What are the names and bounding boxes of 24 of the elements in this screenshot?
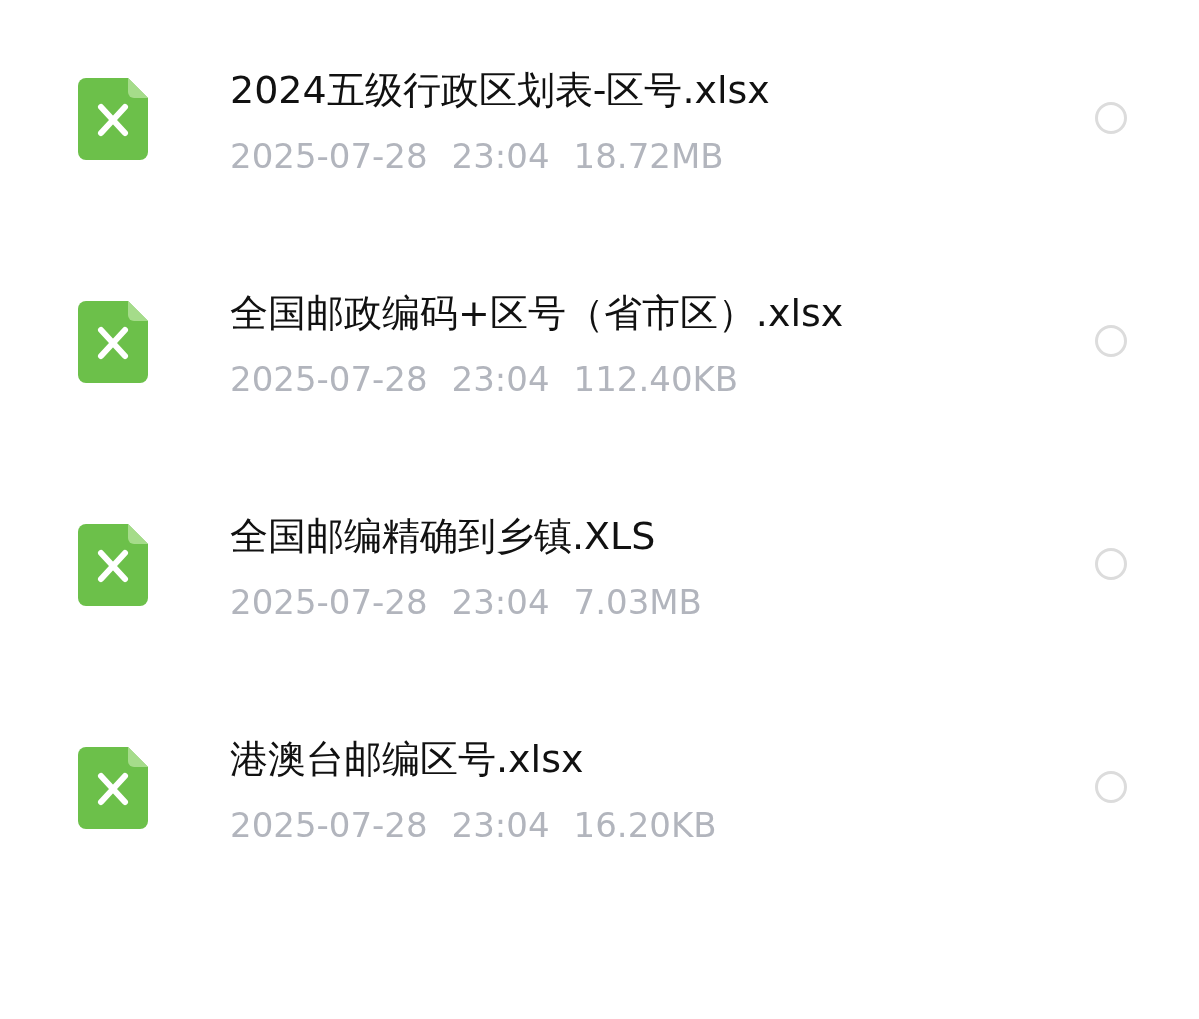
file-time: 23:04: [451, 804, 550, 847]
file-date: 2025-07-28: [230, 804, 428, 847]
spreadsheet-file-icon: [78, 747, 148, 829]
spreadsheet-file-icon: [78, 78, 148, 160]
select-radio[interactable]: [1095, 325, 1127, 357]
file-date: 2025-07-28: [230, 358, 428, 401]
file-size: 18.72MB: [573, 135, 724, 178]
file-name: 全国邮编精确到乡镇.XLS: [230, 513, 657, 560]
select-radio[interactable]: [1095, 771, 1127, 803]
file-name: 2024五级行政区划表-区号.xlsx: [230, 67, 771, 114]
file-date: 2025-07-28: [230, 135, 428, 178]
file-size: 112.40KB: [573, 358, 739, 401]
file-size: 16.20KB: [573, 804, 717, 847]
select-radio[interactable]: [1095, 548, 1127, 580]
file-name: 全国邮政编码+区号（省市区）.xlsx: [230, 290, 845, 337]
file-size: 7.03MB: [573, 581, 702, 624]
spreadsheet-file-icon: [78, 301, 148, 383]
select-radio[interactable]: [1095, 102, 1127, 134]
file-time: 23:04: [451, 358, 550, 401]
file-time: 23:04: [451, 135, 550, 178]
file-date: 2025-07-28: [230, 581, 428, 624]
file-time: 23:04: [451, 581, 550, 624]
spreadsheet-file-icon: [78, 524, 148, 606]
file-name: 港澳台邮编区号.xlsx: [230, 736, 585, 783]
